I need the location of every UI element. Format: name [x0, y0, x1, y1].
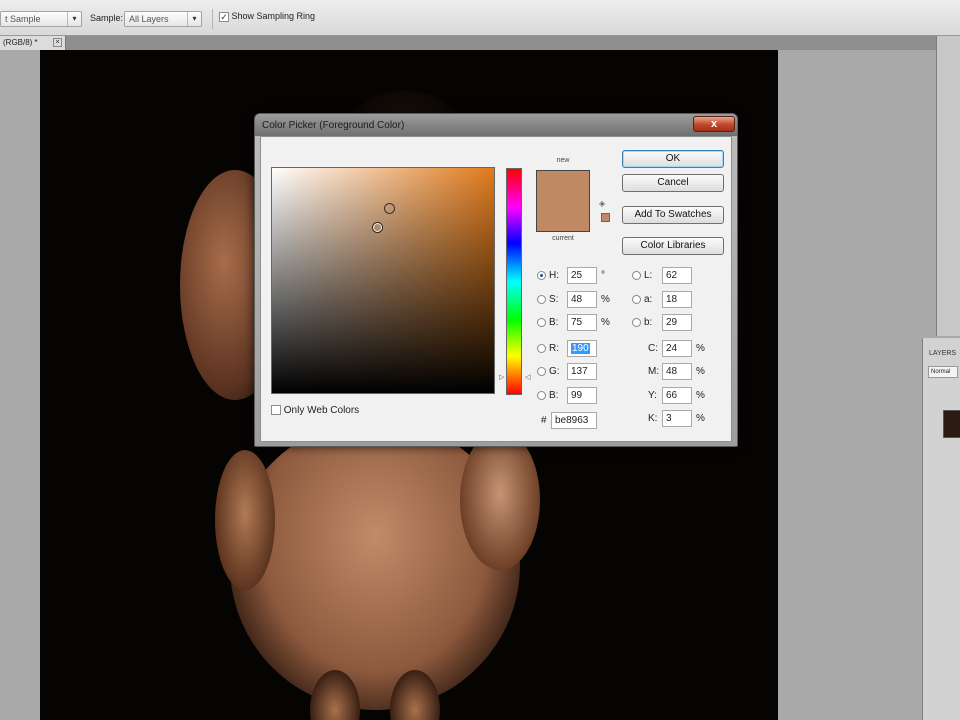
red-value: 190 [571, 343, 590, 354]
hex-label: # [541, 415, 547, 426]
layers-panel: LAYERS Normal [922, 338, 960, 720]
dialog-title: Color Picker (Foreground Color) [262, 120, 405, 131]
brightness-label: B: [549, 317, 559, 328]
black-unit: % [696, 413, 705, 424]
slider-left-arrow-icon[interactable]: ▷ [499, 373, 504, 381]
lab-a-radio[interactable] [632, 295, 641, 304]
sampling-ring-icon [384, 203, 395, 214]
sample-dropdown[interactable]: All Layers ▾ [124, 11, 202, 27]
lab-b-label: b: [644, 317, 653, 328]
cyan-input[interactable]: 24 [662, 340, 692, 357]
current-color-label: current [552, 235, 574, 242]
saturation-radio[interactable] [537, 295, 546, 304]
lab-b-radio[interactable] [632, 318, 641, 327]
brightness-unit: % [601, 317, 610, 328]
hue-label: H: [549, 270, 559, 281]
red-radio[interactable] [537, 344, 546, 353]
yellow-label: Y: [648, 390, 657, 401]
cancel-button[interactable]: Cancel [622, 174, 724, 192]
brightness-radio[interactable] [537, 318, 546, 327]
lab-b-input[interactable]: 29 [662, 314, 692, 331]
saturation-input[interactable]: 48 [567, 291, 597, 308]
arm-shape [215, 450, 275, 590]
black-label: K: [648, 413, 658, 424]
brightness-input[interactable]: 75 [567, 314, 597, 331]
green-radio[interactable] [537, 367, 546, 376]
add-to-swatches-button[interactable]: Add To Swatches [622, 206, 724, 224]
blue-input[interactable]: 99 [567, 387, 597, 404]
magenta-unit: % [696, 366, 705, 377]
sample-size-dropdown[interactable]: t Sample ▾ [0, 11, 82, 27]
saturation-unit: % [601, 294, 610, 305]
layer-thumbnail[interactable] [943, 410, 960, 438]
hue-input[interactable]: 25 [567, 267, 597, 284]
close-icon[interactable]: × [53, 38, 62, 47]
right-panel-top [936, 36, 960, 336]
dialog-titlebar[interactable]: Color Picker (Foreground Color) x [255, 114, 737, 136]
dialog-body: ▷ ◁ new current ◈ OK Cancel Add To Swatc… [260, 136, 732, 442]
cyan-unit: % [696, 343, 705, 354]
yellow-unit: % [696, 390, 705, 401]
green-input[interactable]: 137 [567, 363, 597, 380]
blue-label: B: [549, 390, 559, 401]
lab-a-label: a: [644, 294, 653, 305]
saturation-label: S: [549, 294, 559, 305]
lab-l-input[interactable]: 62 [662, 267, 692, 284]
arm-shape [460, 430, 540, 570]
close-button[interactable]: x [693, 116, 735, 132]
options-bar: t Sample ▾ Sample: All Layers ▾ ✓ Show S… [0, 0, 960, 36]
hue-slider[interactable] [506, 168, 522, 395]
document-tab-label: (RGB/8) * [3, 38, 38, 47]
blue-radio[interactable] [537, 391, 546, 400]
new-color-label: new [556, 157, 570, 164]
only-web-colors-option[interactable]: Only Web Colors [271, 405, 359, 416]
color-libraries-button[interactable]: Color Libraries [622, 237, 724, 255]
slider-right-arrow-icon[interactable]: ◁ [525, 373, 530, 381]
color-selector-icon[interactable] [373, 223, 382, 232]
ok-button[interactable]: OK [622, 150, 724, 168]
magenta-input[interactable]: 48 [662, 363, 692, 380]
web-safe-color-icon[interactable] [601, 213, 610, 222]
gamut-warning-icon[interactable]: ◈ [599, 199, 605, 208]
lab-l-label: L: [644, 270, 653, 281]
chevron-down-icon: ▾ [187, 12, 201, 26]
new-current-swatch [536, 170, 590, 232]
lab-a-input[interactable]: 18 [662, 291, 692, 308]
layers-panel-title: LAYERS [929, 350, 957, 357]
sample-label: Sample: [90, 13, 124, 23]
only-web-colors-checkbox[interactable] [271, 405, 281, 416]
separator [212, 9, 213, 29]
show-ring-label: Show Sampling Ring [231, 11, 316, 21]
red-input[interactable]: 190 [567, 340, 597, 357]
color-picker-dialog: Color Picker (Foreground Color) x ▷ ◁ ne… [254, 113, 738, 447]
red-label: R: [549, 343, 559, 354]
color-field[interactable] [271, 167, 495, 394]
lab-l-radio[interactable] [632, 271, 641, 280]
document-tab-bar: (RGB/8) * × [0, 36, 936, 50]
magenta-label: M: [648, 366, 660, 377]
chevron-down-icon: ▾ [67, 12, 81, 26]
blend-mode-dropdown[interactable]: Normal [928, 366, 958, 378]
yellow-input[interactable]: 66 [662, 387, 692, 404]
sample-value: All Layers [129, 14, 169, 24]
green-label: G: [549, 366, 560, 377]
document-tab[interactable]: (RGB/8) * × [0, 36, 66, 50]
show-sampling-ring-option[interactable]: ✓ Show Sampling Ring [219, 11, 315, 22]
show-ring-checkbox[interactable]: ✓ [219, 11, 229, 22]
black-input[interactable]: 3 [662, 410, 692, 427]
hue-radio[interactable] [537, 271, 546, 280]
hex-input[interactable]: be8963 [551, 412, 597, 429]
sample-size-value: t Sample [5, 14, 41, 24]
only-web-colors-label: Only Web Colors [283, 405, 360, 416]
hue-unit: ° [601, 270, 605, 281]
cyan-label: C: [648, 343, 658, 354]
